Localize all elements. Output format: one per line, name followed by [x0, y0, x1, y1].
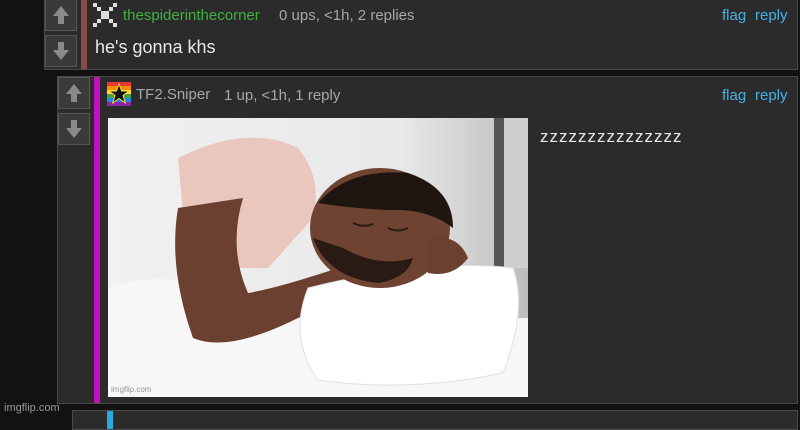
- depth-bar: [107, 411, 113, 429]
- downvote-button[interactable]: [45, 35, 77, 67]
- rainbow-star-avatar-icon[interactable]: [107, 82, 131, 106]
- reply-link[interactable]: reply: [755, 87, 788, 104]
- imgflip-watermark: imgflip.com: [4, 402, 60, 414]
- comment-1: thespiderinthecorner 0 ups, <1h, 2 repli…: [44, 0, 798, 70]
- sleeping-man-photo: [108, 118, 528, 397]
- image-watermark: imgflip.com: [111, 385, 152, 394]
- flag-link[interactable]: flag: [722, 87, 746, 104]
- reply-link[interactable]: reply: [755, 7, 788, 24]
- arrow-up-icon: [53, 6, 69, 24]
- comment-meta: 1 up, <1h, 1 reply: [224, 87, 341, 104]
- depth-bar: [81, 0, 87, 69]
- comment-meta: 0 ups, <1h, 2 replies: [279, 7, 415, 24]
- arrow-down-icon: [53, 42, 69, 60]
- downvote-button[interactable]: [58, 113, 90, 145]
- vote-column: [45, 0, 79, 67]
- arrow-up-icon: [66, 84, 82, 102]
- arrow-down-icon: [66, 120, 82, 138]
- depth-bar: [94, 77, 100, 403]
- pixel-spider-avatar-icon[interactable]: [93, 3, 117, 27]
- comment-username[interactable]: thespiderinthecorner: [123, 7, 260, 24]
- upvote-button[interactable]: [58, 77, 90, 109]
- comment-2: TF2.Sniper 1 up, <1h, 1 reply flag reply: [57, 76, 798, 404]
- comment-text: zzzzzzzzzzzzzzz: [540, 127, 683, 146]
- comment-image[interactable]: imgflip.com: [108, 118, 528, 397]
- flag-link[interactable]: flag: [722, 7, 746, 24]
- comment-3-partial: [72, 410, 798, 430]
- comment-text: he's gonna khs: [95, 37, 216, 57]
- upvote-button[interactable]: [45, 0, 77, 31]
- comment-username[interactable]: TF2.Sniper: [136, 86, 210, 103]
- vote-column: [58, 77, 92, 145]
